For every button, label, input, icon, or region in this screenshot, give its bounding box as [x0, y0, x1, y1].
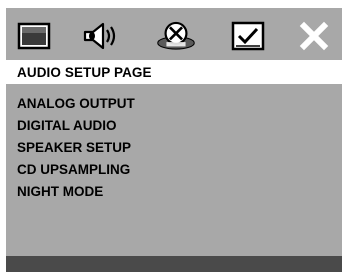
- menu-item-speaker-setup[interactable]: SPEAKER SETUP: [17, 140, 135, 162]
- preference-icon[interactable]: [228, 18, 268, 54]
- menu-item-cd-upsampling[interactable]: CD UPSAMPLING: [17, 162, 135, 184]
- audio-menu: ANALOG OUTPUT DIGITAL AUDIO SPEAKER SETU…: [17, 96, 135, 206]
- general-setup-icon[interactable]: [14, 18, 54, 54]
- close-icon[interactable]: [294, 18, 334, 54]
- status-bar: [6, 256, 342, 272]
- menu-item-night-mode[interactable]: NIGHT MODE: [17, 184, 135, 206]
- menu-item-analog-output[interactable]: ANALOG OUTPUT: [17, 96, 135, 118]
- audio-speaker-icon[interactable]: [82, 18, 122, 54]
- page-title: AUDIO SETUP PAGE: [17, 65, 152, 80]
- menu-item-digital-audio[interactable]: DIGITAL AUDIO: [17, 118, 135, 140]
- icon-bar: [6, 8, 342, 60]
- video-setup-icon[interactable]: [156, 18, 196, 54]
